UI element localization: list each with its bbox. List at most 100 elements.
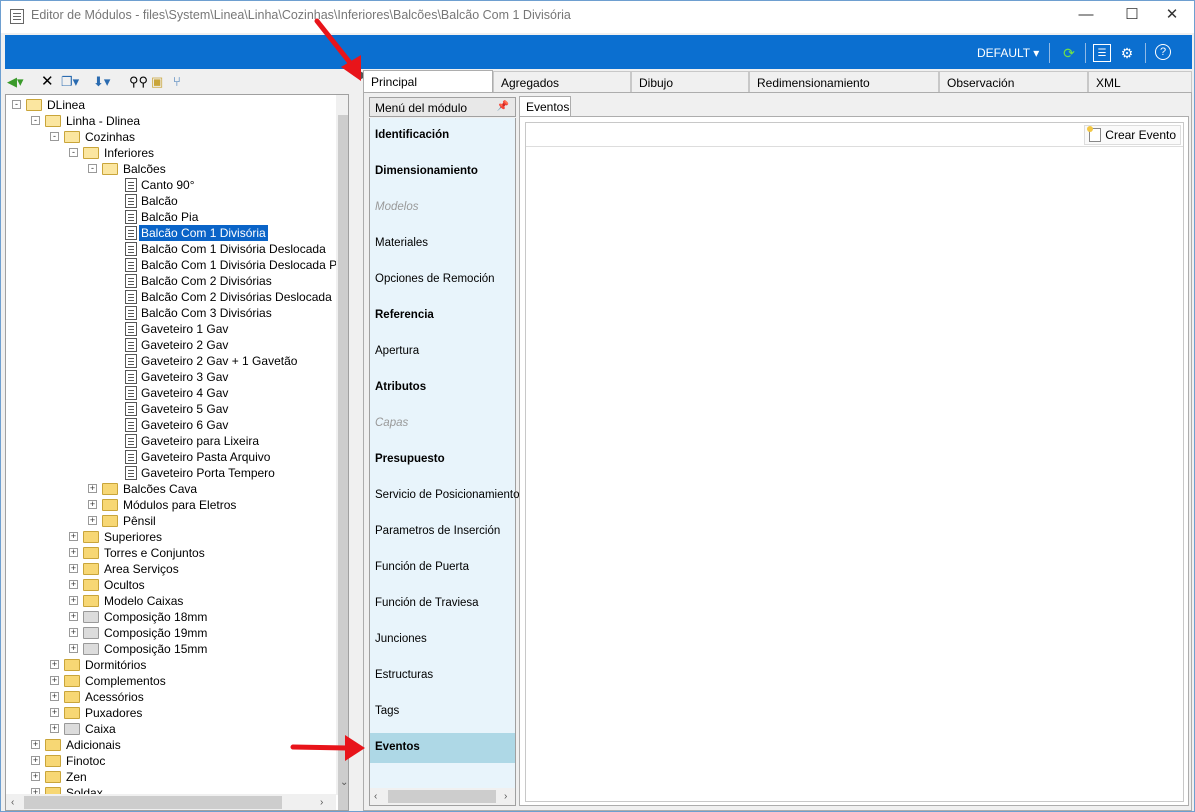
scrollbar-thumb[interactable] (24, 796, 282, 809)
menu-item[interactable]: Atributos (370, 373, 515, 403)
tree-item[interactable]: + Dormitórios (6, 657, 336, 673)
expand-icon[interactable]: + (88, 500, 97, 509)
menu-item[interactable]: Identificación (370, 121, 515, 151)
tree-item[interactable]: + Torres e Conjuntos (6, 545, 336, 561)
expand-icon[interactable]: + (31, 756, 40, 765)
tree-item[interactable]: Gaveteiro para Lixeira (6, 433, 336, 449)
tree-item[interactable]: Balcão Com 3 Divisórias (6, 305, 336, 321)
expand-icon[interactable]: + (69, 580, 78, 589)
tab-principal[interactable]: Principal (363, 70, 493, 94)
tree-item[interactable]: - Linha - Dlinea (6, 113, 336, 129)
collapse-icon[interactable]: - (69, 148, 78, 157)
tree-item[interactable]: + Pênsil (6, 513, 336, 529)
menu-item[interactable]: Materiales (370, 229, 515, 259)
menu-horizontal-scrollbar[interactable]: ‹ › (370, 788, 515, 805)
tree-item[interactable]: + Caixa (6, 721, 336, 737)
tree-item[interactable]: + Composição 19mm (6, 625, 336, 641)
tree-item[interactable]: Balcão Com 2 Divisórias (6, 273, 336, 289)
menu-item[interactable]: Opciones de Remoción (370, 265, 515, 295)
tab-eventos[interactable]: Eventos (519, 96, 571, 117)
expand-icon[interactable]: + (88, 516, 97, 525)
menu-item[interactable]: Estructuras (370, 661, 515, 691)
tree-item[interactable]: Gaveteiro Pasta Arquivo (6, 449, 336, 465)
help-icon[interactable]: ? (1155, 44, 1171, 60)
expand-icon[interactable]: + (69, 612, 78, 621)
collapse-icon[interactable]: - (50, 132, 59, 141)
menu-item[interactable]: Tags (370, 697, 515, 727)
tree-item[interactable]: Canto 90° (6, 177, 336, 193)
menu-item[interactable]: Función de Traviesa (370, 589, 515, 619)
tab-dibujo[interactable]: Dibujo (631, 71, 749, 93)
tree-item[interactable]: Balcão Com 1 Divisória Deslocada (6, 241, 336, 257)
scroll-left-icon[interactable]: ‹ (374, 791, 377, 802)
expand-icon[interactable]: + (69, 564, 78, 573)
tree-item[interactable]: + Balcões Cava (6, 481, 336, 497)
tree-icon[interactable]: ⑂ (173, 73, 181, 91)
expand-icon[interactable]: + (50, 676, 59, 685)
tree-item[interactable]: Gaveteiro 2 Gav + 1 Gavetão (6, 353, 336, 369)
menu-item[interactable]: Presupuesto (370, 445, 515, 475)
expand-icon[interactable]: + (31, 740, 40, 749)
expand-icon[interactable]: + (88, 484, 97, 493)
menu-item[interactable]: Referencia (370, 301, 515, 331)
tree-item[interactable]: + Zen (6, 769, 336, 785)
pin-icon[interactable]: 📌 (497, 101, 509, 112)
tree-item[interactable]: + Puxadores (6, 705, 336, 721)
expand-icon[interactable]: + (50, 724, 59, 733)
collapse-icon[interactable]: - (31, 116, 40, 125)
module-tree[interactable]: - DLinea - Linha - Dlinea - Cozinhas - Inferior… (5, 94, 349, 811)
collapse-icon[interactable]: - (12, 100, 21, 109)
tree-item[interactable]: Balcão Com 1 Divisória Deslocada Pe (6, 257, 344, 273)
tree-item[interactable]: Balcão Pia (6, 209, 336, 225)
tree-item[interactable]: Gaveteiro Porta Tempero (6, 465, 336, 481)
menu-item[interactable]: Parametros de Inserción (370, 517, 515, 547)
tree-item[interactable]: Balcão Com 2 Divisórias Deslocada (6, 289, 336, 305)
tree-item[interactable]: + Composição 15mm (6, 641, 336, 657)
expand-icon[interactable]: + (69, 532, 78, 541)
minimize-button[interactable]: — (1063, 1, 1109, 31)
expand-icon[interactable]: + (69, 596, 78, 605)
menu-item[interactable]: Función de Puerta (370, 553, 515, 583)
expand-icon[interactable]: + (69, 644, 78, 653)
tree-item[interactable]: Gaveteiro 1 Gav (6, 321, 336, 337)
tree-item[interactable]: - DLinea (6, 97, 336, 113)
scrollbar-thumb[interactable] (388, 790, 496, 803)
expand-icon[interactable]: + (50, 692, 59, 701)
create-event-button[interactable]: Crear Evento (1084, 125, 1181, 145)
tree-horizontal-scrollbar[interactable]: ‹ › (6, 794, 336, 810)
scroll-left-icon[interactable]: ‹ (11, 797, 14, 808)
menu-item[interactable]: Capas (370, 409, 515, 439)
menu-item[interactable]: Servicio de Posicionamiento (370, 481, 519, 511)
copy-icon[interactable]: ❐▾ (61, 73, 79, 91)
scroll-right-icon[interactable]: › (504, 791, 507, 802)
tree-item[interactable]: + Complementos (6, 673, 336, 689)
folder-icon[interactable]: ▣ (151, 73, 163, 91)
tab-agregados[interactable]: Agregados (493, 71, 631, 93)
expand-icon[interactable]: + (69, 628, 78, 637)
tree-item[interactable]: Gaveteiro 5 Gav (6, 401, 336, 417)
collapse-icon[interactable]: - (88, 164, 97, 173)
tab-redimensionamiento[interactable]: Redimensionamiento (749, 71, 939, 93)
scroll-right-icon[interactable]: › (320, 797, 323, 808)
scrollbar-thumb[interactable] (338, 115, 348, 810)
menu-item[interactable]: Modelos (370, 193, 515, 223)
tab-xml[interactable]: XML (1088, 71, 1192, 93)
tree-item[interactable]: Gaveteiro 4 Gav (6, 385, 336, 401)
tree-item[interactable]: + Composição 18mm (6, 609, 336, 625)
tree-item[interactable]: + Módulos para Eletros (6, 497, 336, 513)
expand-icon[interactable]: + (31, 772, 40, 781)
refresh-icon[interactable]: ⟳ (1060, 44, 1078, 62)
tree-item[interactable]: Gaveteiro 6 Gav (6, 417, 336, 433)
menu-item[interactable]: Dimensionamiento (370, 157, 515, 187)
paste-icon[interactable]: ⬇▾ (93, 73, 110, 91)
tree-item[interactable]: + Modelo Caixas (6, 593, 336, 609)
events-list[interactable]: Crear Evento (525, 122, 1184, 802)
profile-dropdown[interactable]: DEFAULT ▾ (977, 46, 1039, 60)
back-icon[interactable]: ◀▾ (7, 73, 24, 91)
scroll-down-icon[interactable]: ⌄ (340, 777, 348, 788)
tree-item[interactable]: - Inferiores (6, 145, 336, 161)
tree-item[interactable]: Gaveteiro 2 Gav (6, 337, 336, 353)
expand-icon[interactable]: + (50, 708, 59, 717)
menu-item[interactable]: Apertura (370, 337, 515, 367)
tree-item[interactable]: Balcão Com 1 Divisória (6, 225, 336, 241)
